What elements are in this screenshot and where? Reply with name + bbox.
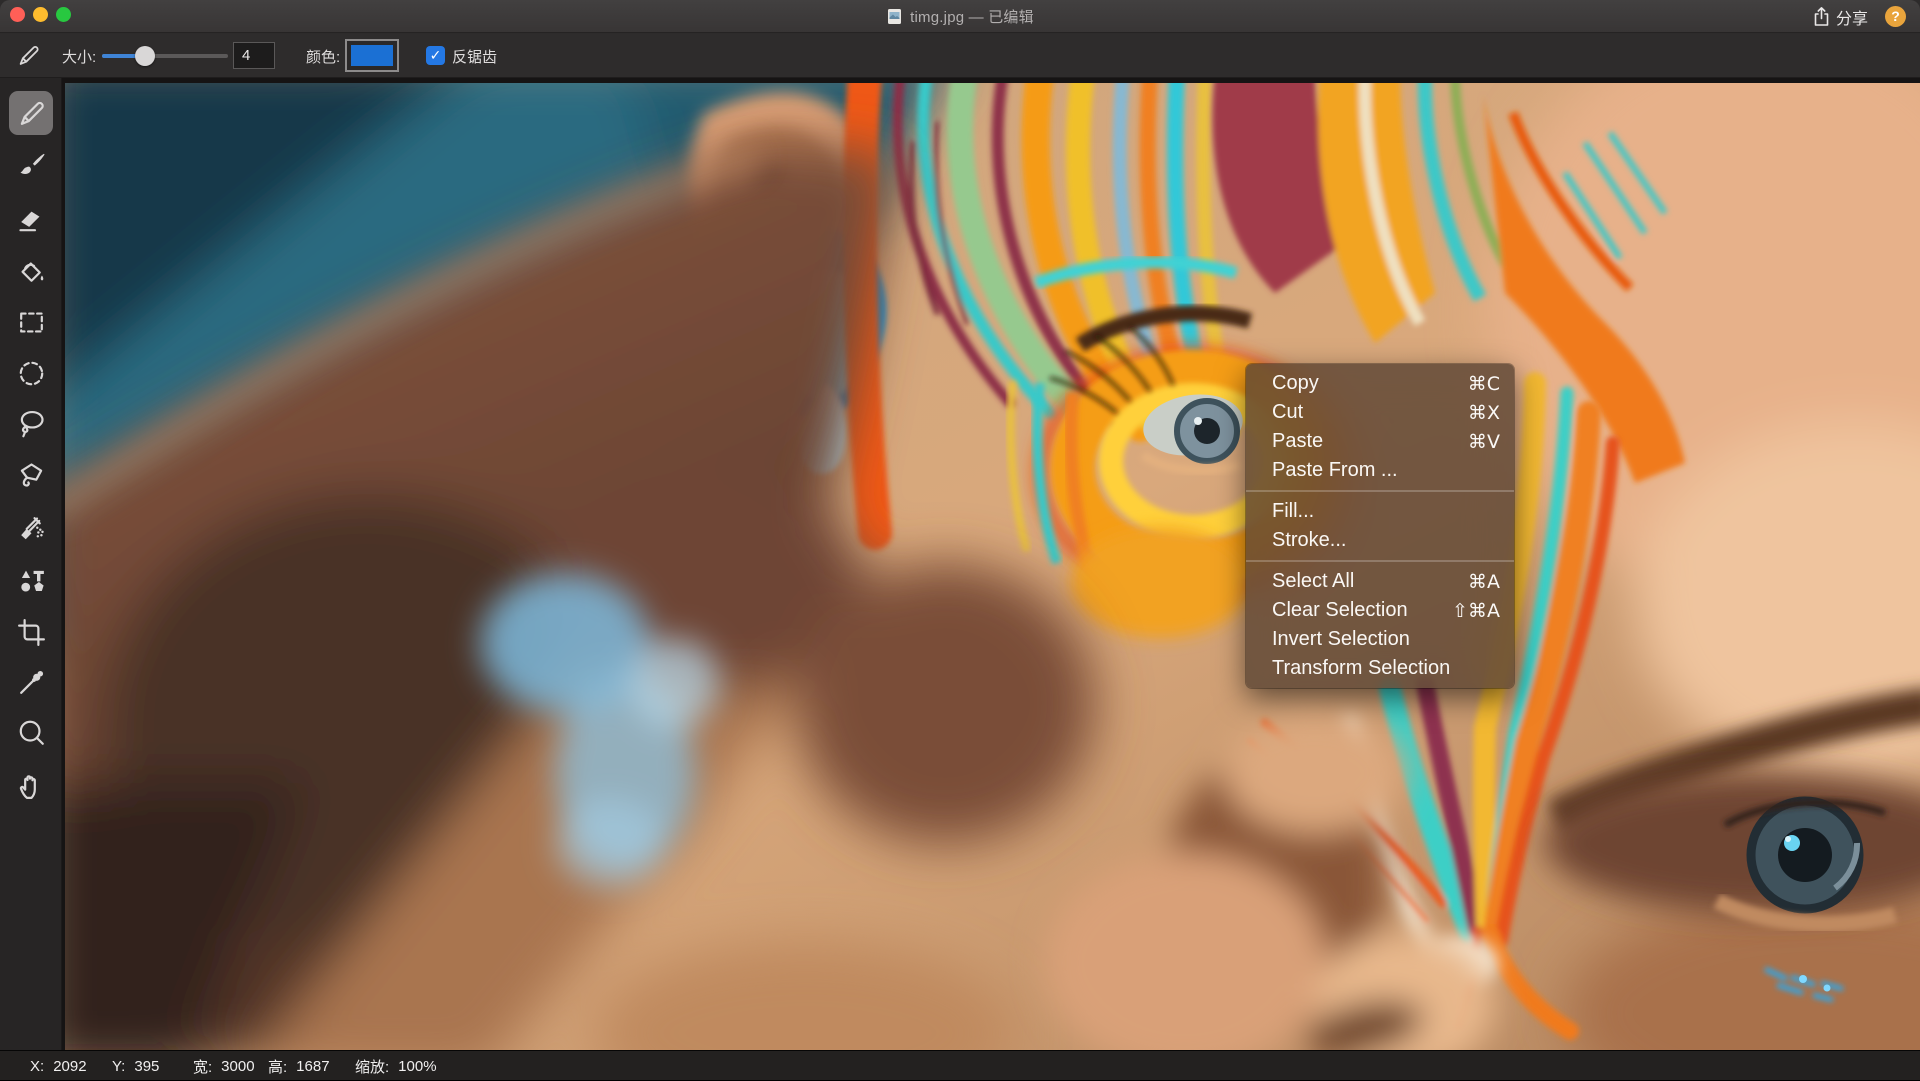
- tool-zoom[interactable]: [9, 710, 53, 754]
- menu-separator: [1246, 560, 1514, 562]
- help-button[interactable]: ?: [1885, 6, 1906, 27]
- color-well[interactable]: [345, 39, 399, 72]
- tool-lasso[interactable]: [9, 400, 53, 444]
- title-bar: timg.jpg — 已编辑 分享 ?: [0, 0, 1920, 33]
- canvas[interactable]: [62, 78, 1920, 1050]
- image-width-readout: 宽: 3000: [193, 1051, 255, 1081]
- menu-item-copy[interactable]: Copy ⌘C: [1246, 369, 1514, 398]
- color-well-swatch: [351, 45, 393, 66]
- airbrush-icon: [15, 511, 48, 544]
- title-text: timg.jpg — 已编辑: [910, 6, 1034, 27]
- size-value-field[interactable]: 4: [233, 42, 275, 69]
- menu-item-stroke[interactable]: Stroke...: [1246, 526, 1514, 555]
- tool-rect-select[interactable]: [9, 300, 53, 344]
- status-bar: X: 2092 Y: 395 宽: 3000 高: 1687 缩放: 100%: [0, 1050, 1920, 1080]
- shapes-icon: [15, 564, 48, 597]
- document-icon: [886, 8, 903, 25]
- antialias-label: 反锯齿: [452, 46, 497, 67]
- eraser-icon: [15, 202, 48, 235]
- tool-pencil[interactable]: [9, 91, 53, 135]
- share-label: 分享: [1836, 5, 1868, 29]
- menu-item-paste[interactable]: Paste ⌘V: [1246, 427, 1514, 456]
- menu-separator: [1246, 490, 1514, 492]
- tool-polygon-lasso[interactable]: [9, 453, 53, 497]
- magnifier-icon: [15, 716, 48, 749]
- menu-item-cut[interactable]: Cut ⌘X: [1246, 398, 1514, 427]
- menu-item-invert-selection[interactable]: Invert Selection: [1246, 625, 1514, 654]
- pencil-icon: [15, 97, 48, 130]
- painted-face-photo: [65, 83, 1920, 1050]
- antialias-checkbox[interactable]: ✓: [426, 46, 445, 65]
- size-label: 大小:: [62, 46, 96, 67]
- tool-shapes[interactable]: [9, 558, 53, 602]
- ellipse-select-icon: [15, 357, 48, 390]
- tool-eraser[interactable]: [9, 196, 53, 240]
- tool-brush[interactable]: [9, 143, 53, 187]
- tool-sidebar: [0, 78, 62, 1050]
- menu-item-fill[interactable]: Fill...: [1246, 497, 1514, 526]
- tool-pan-hand[interactable]: [9, 763, 53, 807]
- rect-select-icon: [15, 306, 48, 339]
- menu-item-transform-selection[interactable]: Transform Selection: [1246, 654, 1514, 683]
- crop-icon: [15, 616, 48, 649]
- eyedropper-icon: [15, 666, 48, 699]
- hand-icon: [15, 769, 48, 802]
- options-toolbar: 大小: 4 颜色: ✓ 反锯齿: [0, 34, 1920, 78]
- menu-item-paste-from[interactable]: Paste From ...: [1246, 456, 1514, 485]
- brush-icon: [15, 149, 48, 182]
- polygon-lasso-icon: [15, 459, 48, 492]
- share-icon: [1812, 6, 1831, 27]
- tool-airbrush[interactable]: [9, 505, 53, 549]
- color-label: 颜色:: [306, 46, 340, 67]
- lasso-icon: [15, 406, 48, 439]
- size-slider[interactable]: [102, 54, 228, 58]
- app-window: timg.jpg — 已编辑 分享 ? 大小: 4 颜色: ✓ 反: [0, 0, 1920, 1080]
- size-slider-thumb[interactable]: [135, 46, 155, 66]
- window-title: timg.jpg — 已编辑: [0, 0, 1920, 33]
- menu-item-clear-selection[interactable]: Clear Selection ⇧⌘A: [1246, 596, 1514, 625]
- cursor-y-readout: Y: 395: [112, 1051, 159, 1081]
- menu-item-select-all[interactable]: Select All ⌘A: [1246, 567, 1514, 596]
- cursor-x-readout: X: 2092: [30, 1051, 87, 1081]
- active-tool-pencil-icon: [15, 42, 42, 69]
- context-menu: Copy ⌘C Cut ⌘X Paste ⌘V Paste From ... F…: [1246, 364, 1514, 688]
- share-button[interactable]: 分享: [1812, 0, 1868, 33]
- tool-fill-bucket[interactable]: [9, 250, 53, 294]
- fill-bucket-icon: [15, 256, 48, 289]
- tool-ellipse-select[interactable]: [9, 351, 53, 395]
- tool-crop[interactable]: [9, 610, 53, 654]
- image-height-readout: 高: 1687: [268, 1051, 330, 1081]
- zoom-readout: 缩放: 100%: [355, 1051, 437, 1081]
- tool-eyedropper[interactable]: [9, 660, 53, 704]
